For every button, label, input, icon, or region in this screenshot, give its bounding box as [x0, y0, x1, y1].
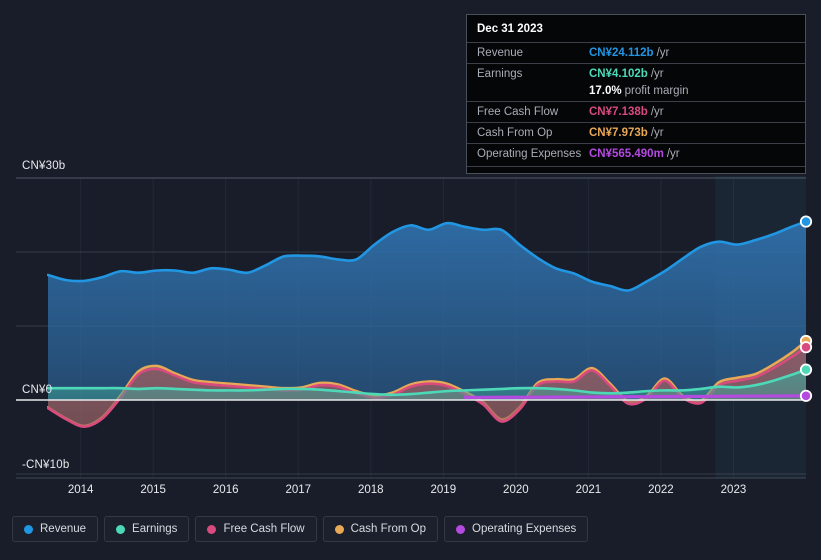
legend-color-dot-icon: [334, 524, 344, 534]
legend-item-label: Free Cash Flow: [223, 523, 305, 535]
financial-chart-page: CN¥30b CN¥0 -CN¥10b 2014 2015 2016 2017 2018…: [0, 0, 821, 560]
tooltip-row-label: Operating Expenses: [477, 148, 582, 160]
legend-color-dot-icon: [207, 524, 217, 534]
x-axis-tick-2023: 2023: [720, 484, 747, 496]
legend-item-label: Revenue: [40, 523, 87, 535]
tooltip-row-value: CN¥565.490m: [589, 148, 664, 160]
tooltip-row-value-wrap: 17.0% profit margin: [589, 85, 689, 97]
tooltip-row-value-wrap: CN¥4.102b/yr: [589, 68, 664, 80]
legend-item-earnings[interactable]: Earnings: [104, 516, 190, 542]
y-axis-label-top: CN¥30b: [22, 160, 66, 172]
tooltip-row-unit: /yr: [650, 127, 664, 139]
legend-color-dot-icon: [116, 524, 126, 534]
chart-legend[interactable]: Revenue Earnings Free Cash Flow Cash From O…: [12, 516, 589, 542]
x-axis-tick-2021: 2021: [575, 484, 602, 496]
tooltip-row-label: Earnings: [477, 68, 523, 80]
tooltip-row: Free Cash Flow CN¥7.138b/yr: [467, 101, 805, 122]
tooltip-row-value-wrap: CN¥7.138b/yr: [589, 106, 664, 118]
legend-item-operating-expenses[interactable]: Operating Expenses: [444, 516, 589, 542]
tooltip-row-value: CN¥7.138b: [589, 106, 648, 118]
x-axis-tick-2019: 2019: [430, 484, 457, 496]
x-axis-tick-2016: 2016: [212, 484, 239, 496]
legend-color-dot-icon: [24, 524, 33, 534]
tooltip-row-unit: /yr: [650, 106, 664, 118]
tooltip-row: Revenue CN¥24.112b/yr: [467, 42, 805, 63]
y-axis-label-bottom: -CN¥10b: [22, 459, 70, 471]
tooltip-row-unit: /yr: [656, 47, 670, 59]
tooltip-row: Operating Expenses CN¥565.490m/yr: [467, 143, 805, 164]
x-axis-tick-2018: 2018: [357, 484, 384, 496]
tooltip-row-label: Free Cash Flow: [477, 106, 559, 118]
legend-color-dot-icon: [456, 524, 466, 534]
y-axis-label-zero: CN¥0: [22, 384, 53, 396]
x-axis-tick-2015: 2015: [140, 484, 166, 496]
legend-item-free-cash-flow[interactable]: Free Cash Flow: [195, 516, 317, 542]
tooltip-row-label: Revenue: [477, 47, 524, 59]
tooltip-row-value: CN¥24.112b: [589, 47, 654, 59]
tooltip-row-unit: /yr: [666, 148, 680, 160]
tooltip-row: 17.0% profit margin: [467, 84, 805, 101]
legend-item-label: Earnings: [132, 523, 178, 535]
tooltip-row-label: Cash From Op: [477, 127, 553, 139]
x-axis-tick-2014: 2014: [67, 484, 94, 496]
legend-item-cash-from-op[interactable]: Cash From Op: [322, 516, 439, 542]
tooltip-date: Dec 31 2023: [477, 23, 543, 35]
legend-item-label: Cash From Op: [350, 523, 427, 535]
tooltip-row-value-wrap: CN¥24.112b/yr: [589, 47, 669, 59]
tooltip-row-value-wrap: CN¥7.973b/yr: [589, 127, 664, 139]
tooltip-row-value: CN¥7.973b: [589, 127, 648, 139]
tooltip-row-unit: profit margin: [624, 84, 689, 97]
tooltip-row: Cash From Op CN¥7.973b/yr: [467, 122, 805, 143]
tooltip-row-value: 17.0%: [589, 84, 622, 97]
tooltip-row-value: CN¥4.102b: [589, 68, 648, 80]
x-axis-tick-2017: 2017: [285, 484, 312, 496]
tooltip-footer-rule: [467, 166, 805, 169]
legend-item-revenue[interactable]: Revenue: [12, 516, 99, 542]
tooltip-row: Earnings CN¥4.102b/yr: [467, 63, 805, 84]
chart-tooltip: Dec 31 2023 Revenue CN¥24.112b/yr Earnings…: [466, 14, 806, 174]
x-axis-tick-2022: 2022: [648, 484, 674, 496]
tooltip-rows: Revenue CN¥24.112b/yr Earnings CN¥4.102b/yr…: [467, 42, 805, 164]
legend-item-label: Operating Expenses: [472, 523, 577, 535]
tooltip-row-value-wrap: CN¥565.490m/yr: [589, 148, 680, 160]
tooltip-row-unit: /yr: [650, 68, 664, 80]
x-axis-tick-2020: 2020: [503, 484, 529, 496]
